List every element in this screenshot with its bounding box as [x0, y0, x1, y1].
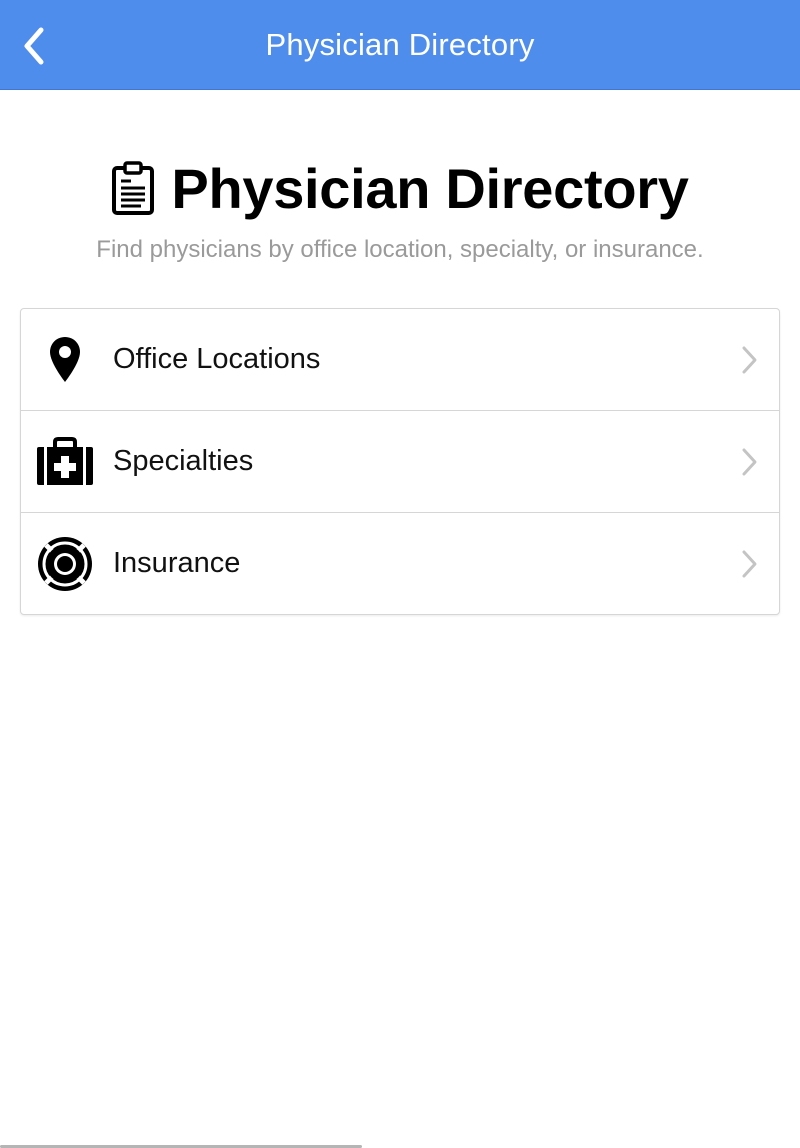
- top-navbar: Physician Directory: [0, 0, 800, 90]
- life-ring-icon: [35, 534, 95, 594]
- menu-item-specialties[interactable]: Specialties: [21, 411, 779, 513]
- navbar-title: Physician Directory: [265, 27, 535, 62]
- clipboard-icon: [112, 161, 155, 215]
- medkit-icon: [35, 432, 95, 492]
- map-marker-icon: [35, 330, 95, 390]
- menu-item-label: Office Locations: [113, 343, 321, 375]
- menu-item-office-locations[interactable]: Office Locations: [21, 309, 779, 411]
- menu-item-label: Insurance: [113, 547, 241, 579]
- page-title: Physician Directory: [171, 156, 689, 220]
- menu-item-insurance[interactable]: Insurance: [21, 513, 779, 614]
- menu-item-label: Specialties: [113, 445, 254, 477]
- chevron-right-icon: [739, 549, 759, 579]
- page-heading: Physician Directory: [0, 150, 800, 226]
- chevron-right-icon: [739, 447, 759, 477]
- page-subtitle: Find physicians by office location, spec…: [96, 236, 704, 263]
- directory-menu: Office Locations Specialties Insurance: [20, 308, 780, 615]
- chevron-right-icon: [739, 345, 759, 375]
